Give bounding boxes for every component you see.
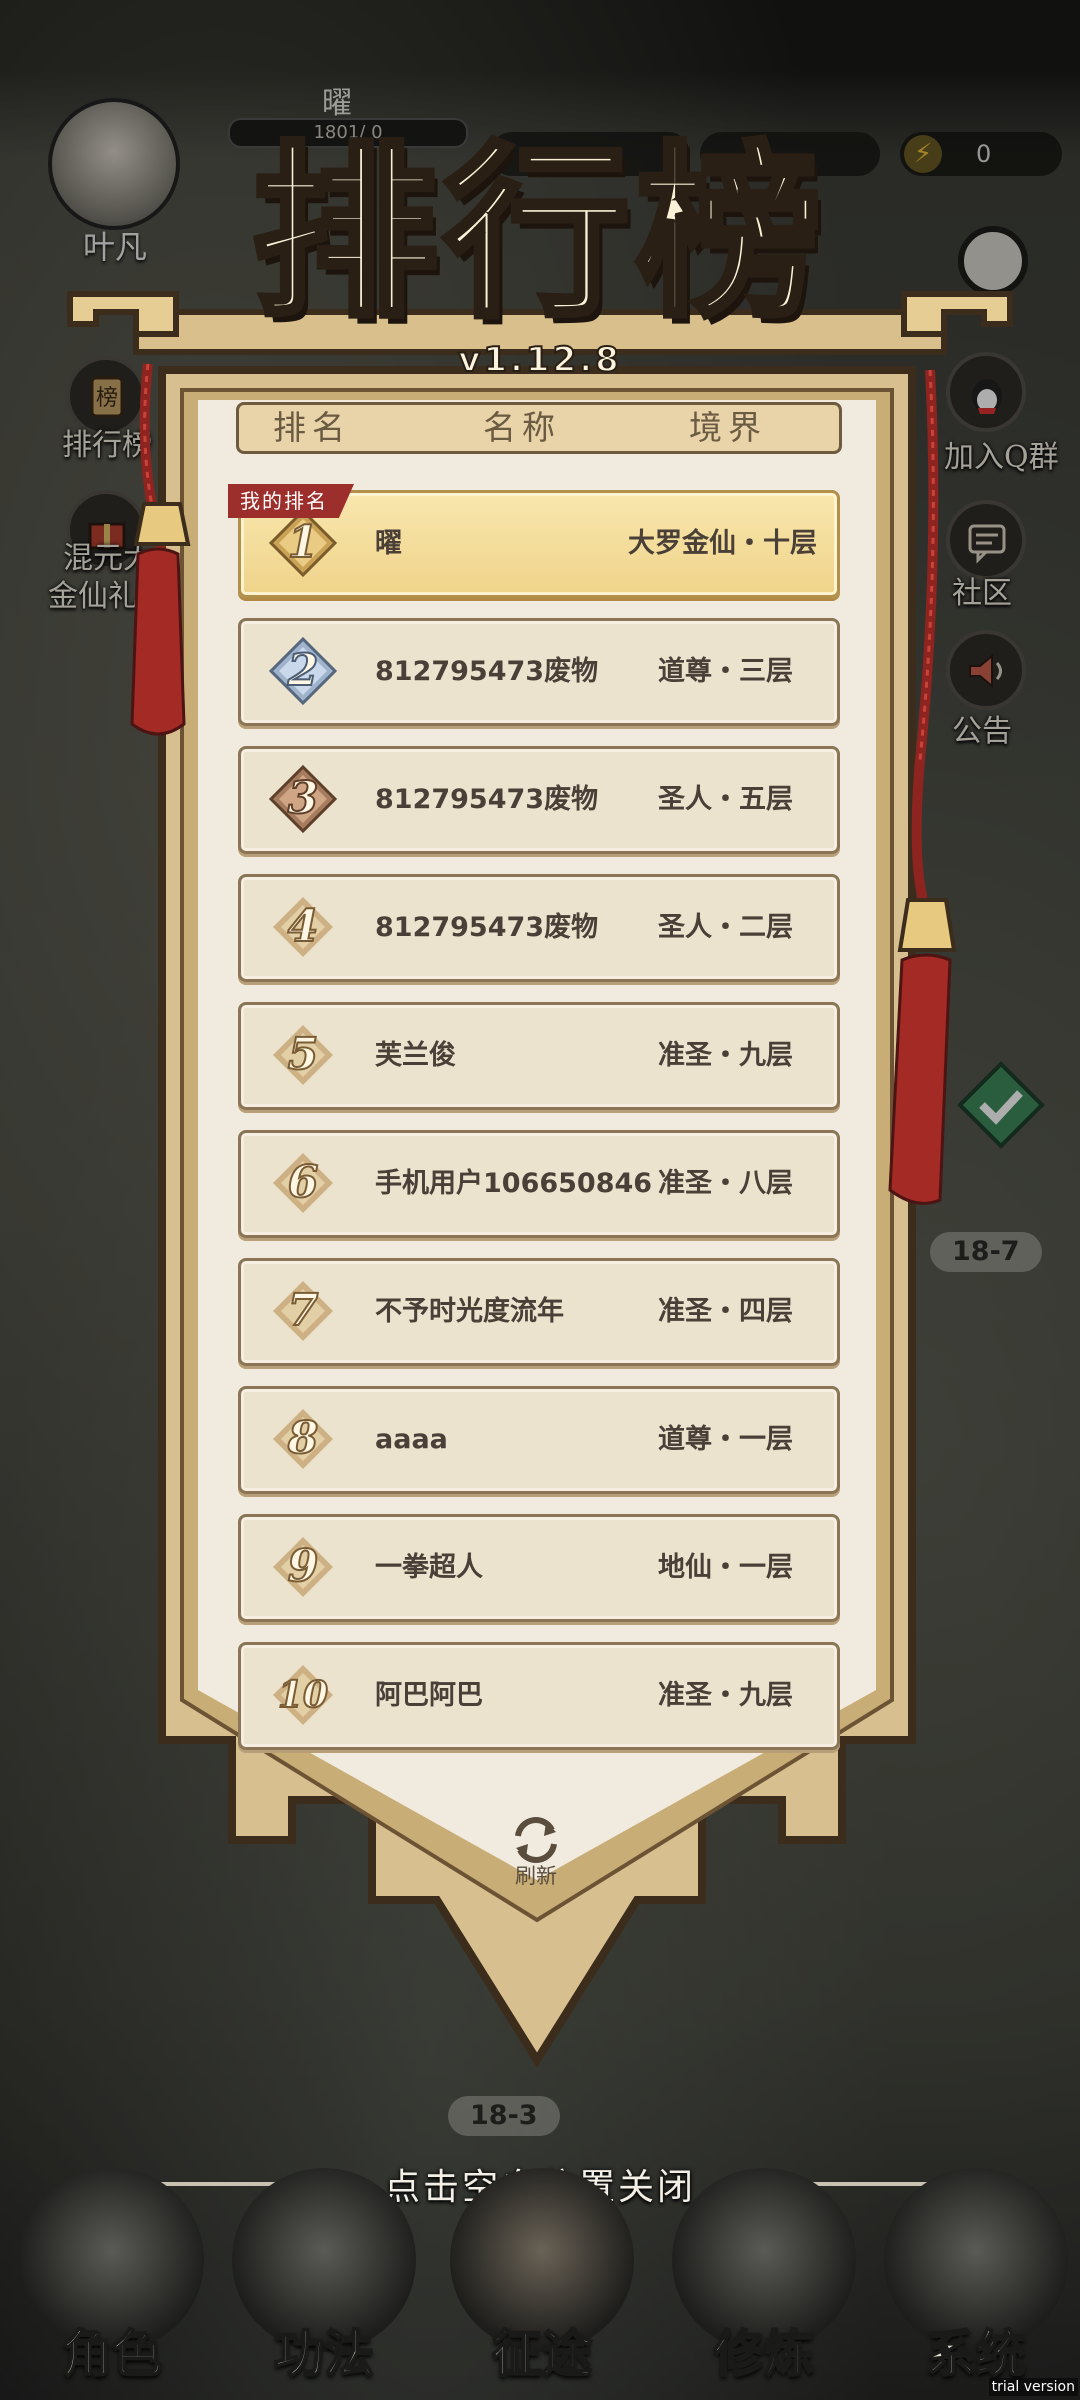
table-row[interactable]: 4 812795473废物 圣人・二层 xyxy=(238,874,840,982)
nav-label: 征途 xyxy=(491,2323,593,2384)
header-realm: 境界 xyxy=(689,408,767,447)
header-name: 名称 xyxy=(483,408,561,447)
player-name-cell: 芙兰俊 xyxy=(375,1040,456,1071)
version-label: v1.12.8 xyxy=(457,339,622,381)
realm-cell: 圣人・五层 xyxy=(658,784,793,815)
player-name-cell: 曜 xyxy=(375,528,402,559)
table-row[interactable]: 10 阿巴阿巴 准圣・九层 xyxy=(238,1642,840,1750)
my-rank-tag: 我的排名 xyxy=(228,484,354,518)
player-name-cell: 812795473废物 xyxy=(375,912,599,943)
nav-journey[interactable]: 征途 xyxy=(430,2168,634,2400)
refresh-label[interactable]: 刷新 xyxy=(490,1860,582,1890)
rank-number: 9 xyxy=(287,1540,320,1593)
realm-cell: 准圣・九层 xyxy=(658,1680,793,1711)
player-name-cell: aaaa xyxy=(375,1424,448,1455)
leaderboard-title-art: 排行榜 xyxy=(220,118,860,348)
table-row[interactable]: 6 手机用户106650846 准圣・八层 xyxy=(238,1130,840,1238)
rank-number: 6 xyxy=(287,1156,320,1209)
player-name-cell: 手机用户106650846 xyxy=(375,1168,653,1199)
player-name-cell: 不予时光度流年 xyxy=(375,1296,564,1327)
rank-number: 5 xyxy=(287,1028,320,1081)
nav-label: 角色 xyxy=(61,2323,163,2384)
table-header: 排名 名称 境界 xyxy=(236,402,842,454)
player-name-cell: 阿巴阿巴 xyxy=(375,1680,483,1711)
right-tassel xyxy=(888,369,957,1205)
table-row[interactable]: 2 812795473废物 道尊・三层 xyxy=(238,618,840,726)
nav-cultivate[interactable]: 修炼 xyxy=(652,2168,856,2400)
watermark: trial version xyxy=(988,2378,1078,2396)
realm-cell: 地仙・一层 xyxy=(658,1552,793,1583)
realm-cell: 准圣・九层 xyxy=(658,1040,793,1071)
realm-cell: 准圣・四层 xyxy=(658,1296,793,1327)
rank-number: 10 xyxy=(277,1673,329,1717)
nav-system[interactable]: 系统 xyxy=(864,2168,1068,2400)
player-name-cell: 812795473废物 xyxy=(375,656,599,687)
player-name-cell: 812795473废物 xyxy=(375,784,599,815)
nav-skills[interactable]: 功法 xyxy=(212,2168,416,2400)
nav-label: 修炼 xyxy=(713,2323,815,2384)
leaderboard-title: 排行榜 xyxy=(249,120,828,345)
realm-cell: 道尊・三层 xyxy=(658,656,793,687)
table-row[interactable]: 8 aaaa 道尊・一层 xyxy=(238,1386,840,1494)
table-row[interactable]: 3 812795473废物 圣人・五层 xyxy=(238,746,840,854)
rank-number: 3 xyxy=(287,772,320,825)
rank-number: 2 xyxy=(287,644,320,697)
nav-label: 功法 xyxy=(273,2323,375,2384)
player-name-cell: 一拳超人 xyxy=(375,1552,483,1583)
rank-number: 7 xyxy=(287,1284,320,1337)
left-tassel xyxy=(130,363,191,736)
header-rank: 排名 xyxy=(273,408,351,447)
table-row[interactable]: 5 芙兰俊 准圣・九层 xyxy=(238,1002,840,1110)
rank-number: 8 xyxy=(287,1412,320,1465)
realm-cell: 准圣・八层 xyxy=(658,1168,793,1199)
table-row[interactable]: 7 不予时光度流年 准圣・四层 xyxy=(238,1258,840,1366)
nav-character[interactable]: 角色 xyxy=(0,2168,204,2400)
realm-cell: 圣人・二层 xyxy=(658,912,793,943)
nav-label: 系统 xyxy=(925,2323,1027,2384)
realm-cell: 道尊・一层 xyxy=(658,1424,793,1455)
realm-cell: 大罗金仙・十层 xyxy=(628,528,817,559)
rank-number: 4 xyxy=(287,900,320,953)
table-row[interactable]: 9 一拳超人 地仙・一层 xyxy=(238,1514,840,1622)
